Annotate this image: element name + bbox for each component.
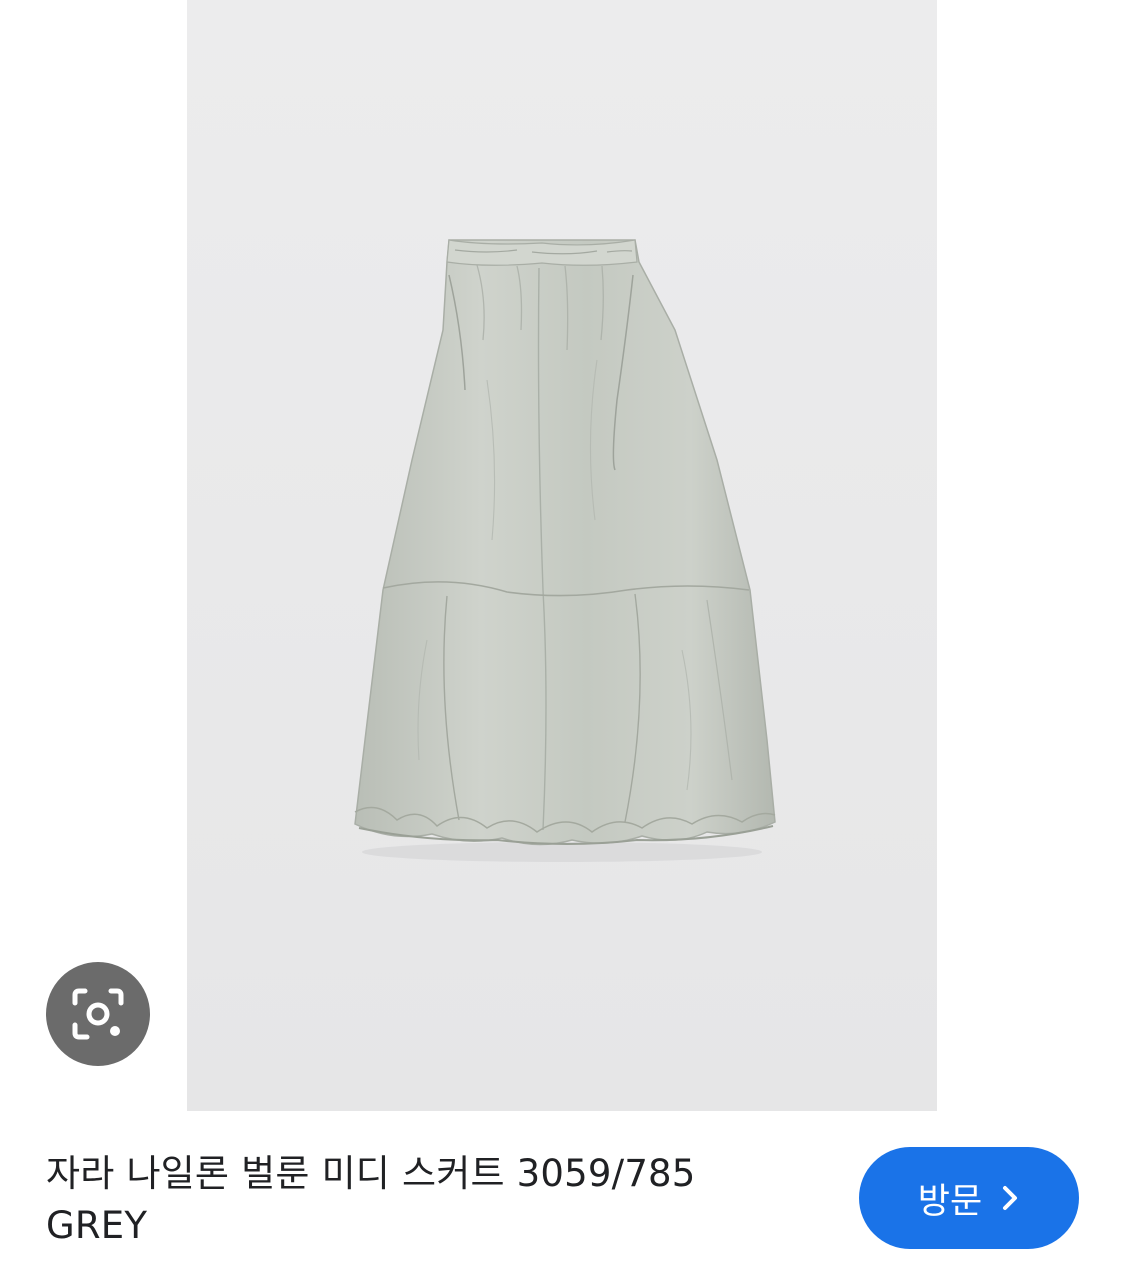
search-result-card: 자라 나일론 벌룬 미디 스커트 3059/785 GREY 방문 [0,0,1125,1263]
google-lens-button[interactable] [46,962,150,1066]
visit-button[interactable]: 방문 [859,1147,1079,1249]
visit-label: 방문 [917,1181,983,1222]
chevron-right-icon [1003,1186,1018,1210]
product-image[interactable] [187,0,937,1111]
google-lens-icon [72,988,124,1040]
skirt-image [187,0,937,1111]
result-title[interactable]: 자라 나일론 벌룬 미디 스커트 3059/785 GREY [46,1148,806,1252]
